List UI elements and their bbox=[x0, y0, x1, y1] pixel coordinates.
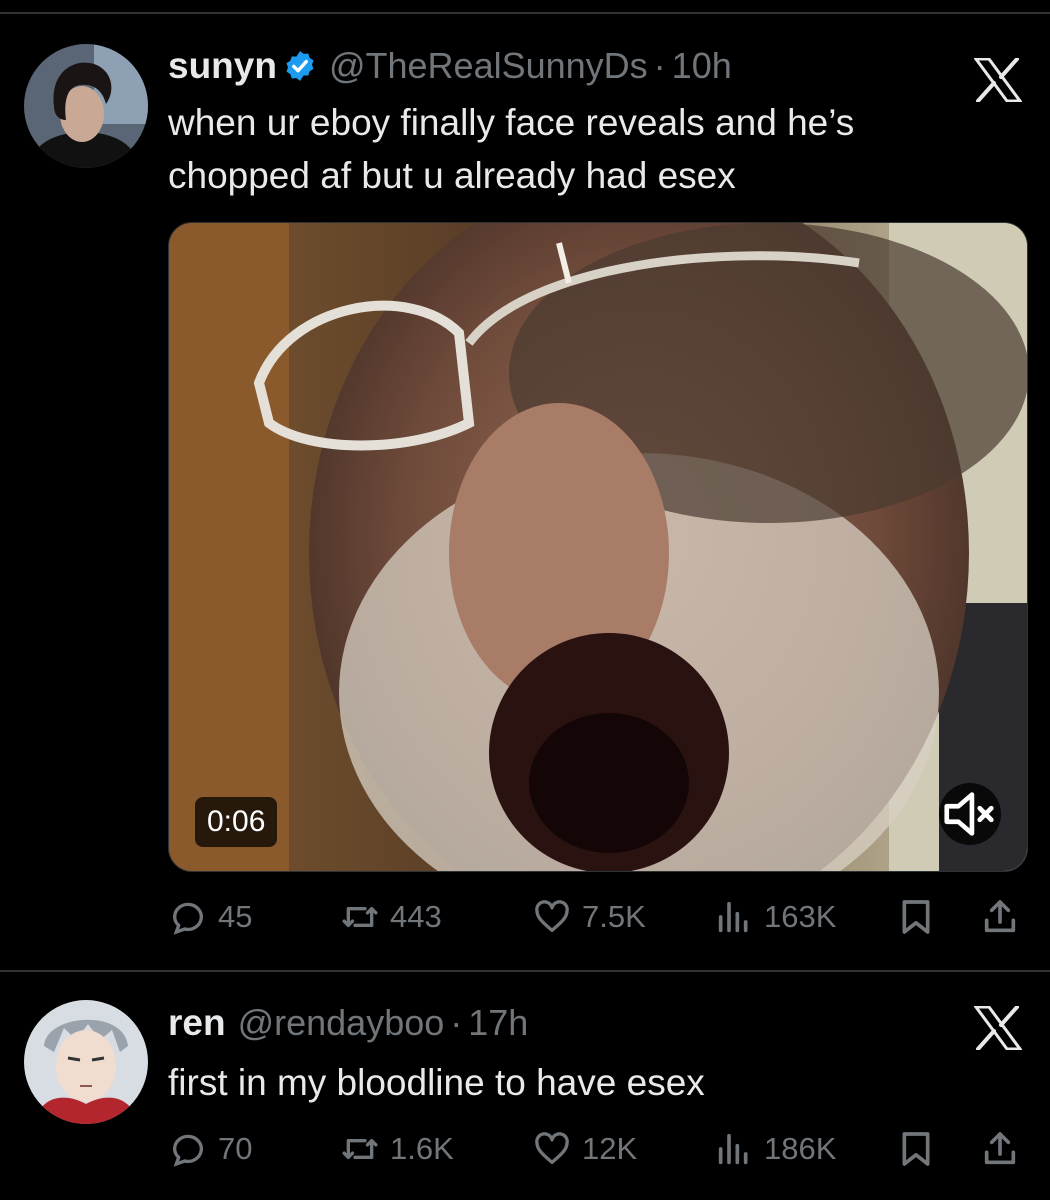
tweet-actions: 45 443 7.5K 163K bbox=[168, 892, 1028, 942]
reply-button[interactable]: 45 bbox=[168, 892, 252, 942]
retweet-button[interactable]: 1.6K bbox=[340, 1124, 454, 1174]
like-button[interactable]: 12K bbox=[532, 1124, 637, 1174]
tweet-header: ren @rendayboo · 17h bbox=[168, 1002, 528, 1044]
share-icon bbox=[984, 1132, 1016, 1165]
retweet-count: 443 bbox=[390, 899, 442, 934]
mute-icon bbox=[944, 792, 994, 836]
views-button[interactable]: 186K bbox=[714, 1124, 836, 1174]
tweet-text-line: chopped af but u already had esex bbox=[168, 155, 736, 196]
share-icon bbox=[984, 900, 1016, 933]
tweet-actions: 70 1.6K 12K 186K bbox=[168, 1124, 1028, 1174]
mute-button[interactable] bbox=[939, 783, 1001, 845]
views-icon bbox=[718, 901, 748, 933]
views-button[interactable]: 163K bbox=[714, 892, 836, 942]
avatar[interactable] bbox=[24, 44, 148, 168]
share-button[interactable] bbox=[980, 1124, 1020, 1174]
tweet-text: first in my bloodline to have esex bbox=[168, 1056, 988, 1109]
like-count: 7.5K bbox=[582, 899, 646, 934]
reply-count: 70 bbox=[218, 1131, 253, 1166]
separator-dot: · bbox=[450, 1002, 463, 1043]
share-button[interactable] bbox=[980, 892, 1020, 942]
view-count: 163K bbox=[764, 899, 837, 934]
reply-button[interactable]: 70 bbox=[168, 1124, 252, 1174]
bookmark-button[interactable] bbox=[896, 1124, 936, 1174]
like-button[interactable]: 7.5K bbox=[532, 892, 646, 942]
view-count: 186K bbox=[764, 1131, 837, 1166]
retweet-icon bbox=[342, 907, 378, 927]
like-icon bbox=[535, 900, 569, 932]
video-frame bbox=[169, 223, 1027, 871]
tweet-text: when ur eboy finally face reveals and he… bbox=[168, 96, 988, 202]
user-handle[interactable]: @rendayboo bbox=[238, 1002, 445, 1044]
verified-badge-icon bbox=[283, 49, 317, 83]
bookmark-icon bbox=[902, 1132, 930, 1166]
display-name[interactable]: ren bbox=[168, 1002, 226, 1044]
tweet-header: sunyn @TheRealSunnyDs · 10h bbox=[168, 44, 732, 87]
video-player[interactable]: 0:06 bbox=[168, 222, 1028, 872]
tweet-text-line: first in my bloodline to have esex bbox=[168, 1062, 705, 1103]
separator-dot: · bbox=[653, 45, 666, 86]
bookmark-button[interactable] bbox=[896, 892, 936, 942]
display-name[interactable]: sunyn bbox=[168, 45, 277, 87]
like-count: 12K bbox=[582, 1131, 638, 1166]
video-duration: 0:06 bbox=[195, 797, 278, 847]
tweet[interactable]: ren @rendayboo · 17h first in my bloodli… bbox=[0, 972, 1050, 1200]
like-icon bbox=[535, 1132, 569, 1164]
reply-count: 45 bbox=[218, 899, 253, 934]
tweet[interactable]: sunyn @TheRealSunnyDs · 10h when ur eboy… bbox=[0, 14, 1050, 970]
retweet-count: 1.6K bbox=[390, 1131, 454, 1166]
user-handle[interactable]: @TheRealSunnyDs bbox=[329, 45, 648, 87]
tweet-text-line: when ur eboy finally face reveals and he… bbox=[168, 102, 855, 143]
reply-icon bbox=[172, 902, 203, 935]
retweet-button[interactable]: 443 bbox=[340, 892, 442, 942]
reply-icon bbox=[172, 1134, 203, 1167]
views-icon bbox=[718, 1133, 748, 1165]
bookmark-icon bbox=[902, 900, 930, 934]
timestamp[interactable]: 10h bbox=[672, 45, 732, 87]
x-logo-icon bbox=[973, 1005, 1023, 1051]
timestamp[interactable]: 17h bbox=[468, 1002, 528, 1044]
avatar[interactable] bbox=[24, 1000, 148, 1124]
retweet-icon bbox=[342, 1139, 378, 1159]
